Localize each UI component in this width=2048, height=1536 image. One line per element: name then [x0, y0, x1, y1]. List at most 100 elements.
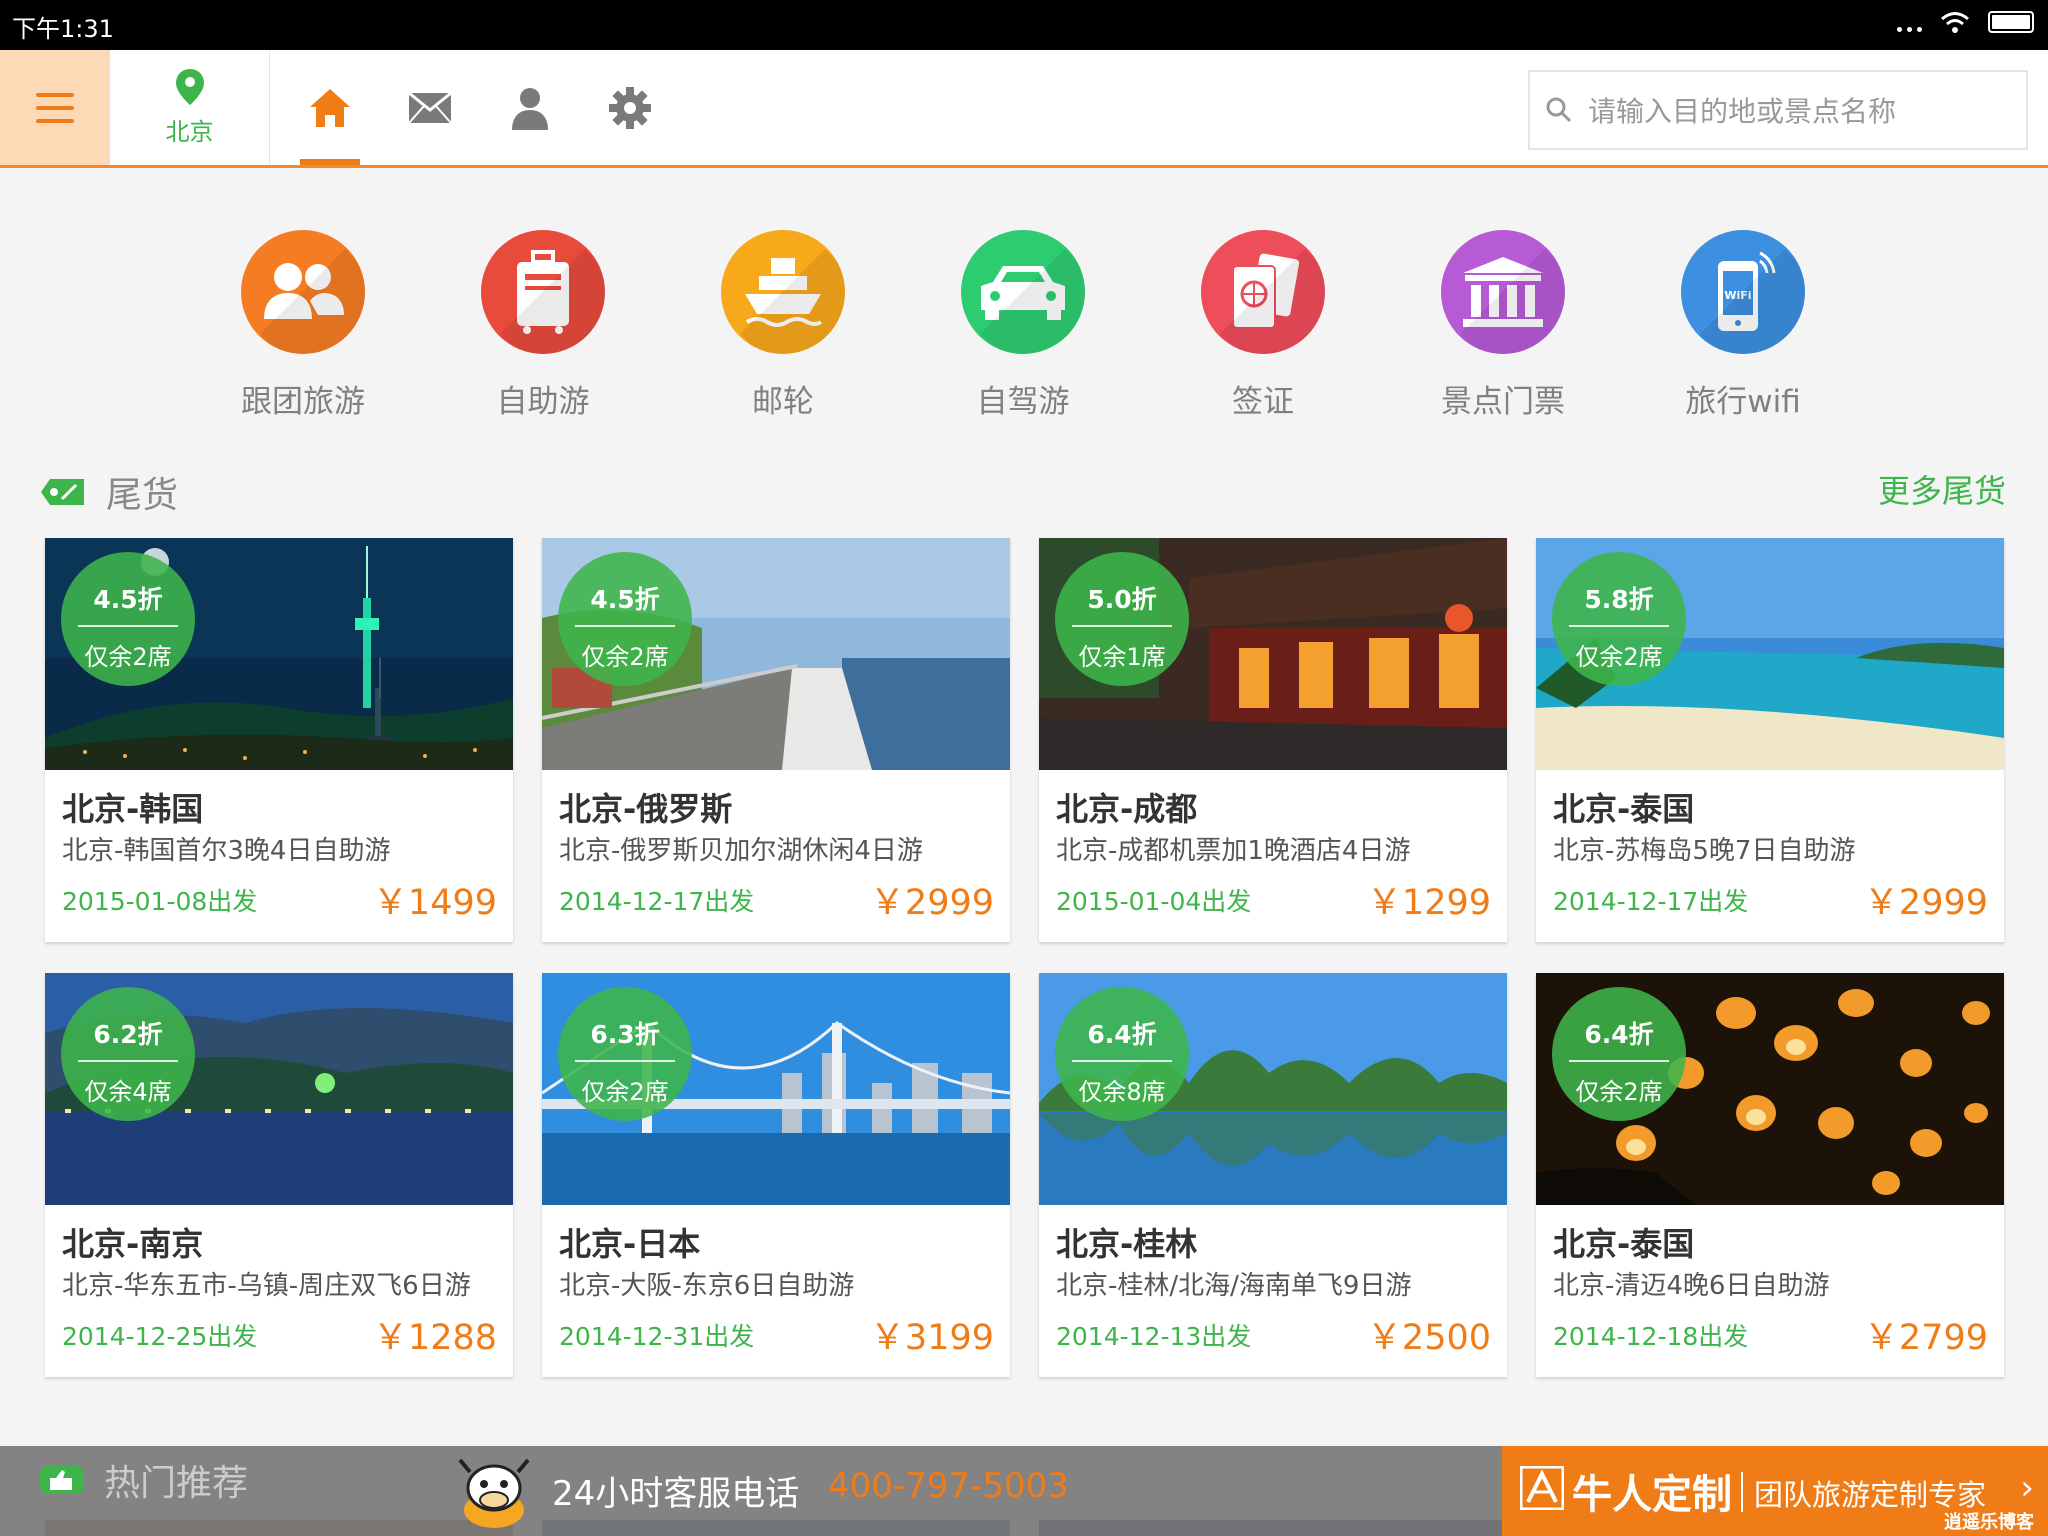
deal-card[interactable]: 6.4折 仅余2席 北京-泰国 北京-清迈4晚6日自助游 2014-12-18出… — [1536, 973, 2004, 1377]
discount-text: 5.0折 — [1087, 585, 1157, 614]
category-label: 跟团旅游 — [241, 384, 365, 420]
top-app-bar: 北京 请输入目的地或景点名称 — [0, 50, 2048, 168]
service-hotline-number[interactable]: 400-797-5003 — [828, 1466, 1069, 1506]
category-tickets[interactable]: 景点门票 — [1408, 230, 1598, 421]
seats-left-text: 仅余4席 — [84, 1078, 172, 1106]
deal-subtitle: 北京-大阪-东京6日自助游 — [559, 1271, 855, 1301]
seats-left-text: 仅余2席 — [84, 643, 172, 671]
deal-title: 北京-韩国 — [62, 790, 204, 828]
brand-logo-icon — [1520, 1466, 1564, 1510]
deal-date: 2014-12-25出发 — [62, 1322, 258, 1351]
discount-badge: 4.5折 仅余2席 — [61, 552, 195, 686]
deal-price: ￥3199 — [869, 1318, 994, 1358]
category-label: 旅行wifi — [1685, 384, 1801, 420]
deal-card[interactable]: 5.0折 仅余1席 北京-成都 北京-成都机票加1晚酒店4日游 2015-01-… — [1039, 538, 1507, 942]
location-pin-icon — [175, 69, 204, 105]
deal-card[interactable]: 4.5折 仅余2席 北京-韩国 北京-韩国首尔3晚4日自助游 2015-01-0… — [45, 538, 513, 942]
tab-settings[interactable] — [590, 50, 670, 165]
category-self-drive[interactable]: 自驾游 — [928, 230, 1118, 421]
seats-left-text: 仅余8席 — [1078, 1078, 1166, 1106]
category-self-guided[interactable]: 自助游 — [448, 230, 638, 421]
category-label: 自助游 — [496, 384, 590, 420]
luggage-icon — [481, 230, 605, 354]
discount-badge: 6.3折 仅余2席 — [558, 987, 692, 1121]
deal-card[interactable]: 6.2折 仅余4席 北京-南京 北京-华东五市-乌镇-周庄双飞6日游 2014-… — [45, 973, 513, 1377]
seats-left-text: 仅余1席 — [1078, 643, 1166, 671]
discount-text: 6.4折 — [1087, 1020, 1157, 1049]
discount-badge: 6.2折 仅余4席 — [61, 987, 195, 1121]
discount-text: 4.5折 — [590, 585, 660, 614]
more-deals-link[interactable]: 更多尾货 — [1878, 466, 2006, 512]
discount-text: 6.3折 — [590, 1020, 660, 1049]
status-time: 下午1:31 — [12, 15, 114, 43]
bottom-banner[interactable]: 热门推荐 24小时客服电话 400-797-5003 牛人定制 团队旅游定制专家… — [0, 1446, 2048, 1536]
search-input[interactable]: 请输入目的地或景点名称 — [1528, 70, 2028, 150]
hot-section-title: 热门推荐 — [104, 1463, 249, 1504]
discount-text: 6.2折 — [93, 1020, 163, 1049]
user-icon — [512, 87, 548, 130]
tab-messages[interactable] — [390, 50, 470, 165]
deal-date: 2014-12-17出发 — [1553, 887, 1749, 916]
temple-icon — [1441, 230, 1565, 354]
category-travel-wifi[interactable]: WiFi 旅行wifi — [1648, 230, 1838, 421]
city-selector[interactable]: 北京 — [110, 50, 270, 165]
deals-section-title: 尾货 — [106, 475, 179, 516]
deal-price: ￥2999 — [869, 883, 994, 923]
deal-title: 北京-成都 — [1056, 790, 1198, 828]
category-label: 景点门票 — [1441, 384, 1565, 420]
deal-card[interactable]: 5.8折 仅余2席 北京-泰国 北京-苏梅岛5晚7日自助游 2014-12-17… — [1536, 538, 2004, 942]
deal-subtitle: 北京-桂林/北海/海南单飞9日游 — [1056, 1271, 1412, 1301]
deal-subtitle: 北京-俄罗斯贝加尔湖休闲4日游 — [559, 836, 923, 866]
watermark-text: 逍遥乐博客 — [1944, 1512, 2034, 1533]
wifi-signal-icon — [1941, 12, 1969, 33]
discount-text: 4.5折 — [93, 585, 163, 614]
chevron-right-icon: › — [2020, 1468, 2034, 1508]
tab-profile[interactable] — [490, 50, 570, 165]
more-dots-icon — [1897, 26, 1922, 32]
deal-date: 2015-01-04出发 — [1056, 887, 1252, 916]
service-hotline-label: 24小时客服电话 — [552, 1474, 800, 1514]
ship-icon — [721, 230, 845, 354]
mail-icon — [408, 91, 452, 124]
car-icon — [961, 230, 1085, 354]
custom-tour-promo[interactable]: 牛人定制 团队旅游定制专家 › 逍遥乐博客 — [1502, 1446, 2048, 1536]
category-cruise[interactable]: 邮轮 — [688, 230, 878, 421]
deal-title: 北京-泰国 — [1553, 790, 1695, 828]
tab-home[interactable] — [290, 50, 370, 165]
discount-badge: 5.8折 仅余2席 — [1552, 552, 1686, 686]
group-icon — [241, 230, 365, 354]
deal-subtitle: 北京-华东五市-乌镇-周庄双飞6日游 — [62, 1271, 471, 1301]
deals-section-header: 尾货 — [40, 466, 178, 518]
deal-card[interactable]: 4.5折 仅余2席 北京-俄罗斯 北京-俄罗斯贝加尔湖休闲4日游 2014-12… — [542, 538, 1010, 942]
discount-badge: 6.4折 仅余8席 — [1055, 987, 1189, 1121]
category-visa[interactable]: 签证 — [1168, 230, 1358, 421]
discount-badge: 4.5折 仅余2席 — [558, 552, 692, 686]
deal-price: ￥2999 — [1863, 883, 1988, 923]
deal-price: ￥1299 — [1366, 883, 1491, 923]
deal-price: ￥1499 — [372, 883, 497, 923]
brand-name: 牛人定制 — [1572, 1472, 1732, 1518]
deal-price: ￥2799 — [1863, 1318, 1988, 1358]
deal-subtitle: 北京-韩国首尔3晚4日自助游 — [62, 836, 391, 866]
deal-card[interactable]: 6.3折 仅余2席 北京-日本 北京-大阪-东京6日自助游 2014-12-31… — [542, 973, 1010, 1377]
deal-date: 2014-12-18出发 — [1553, 1322, 1749, 1351]
deal-price: ￥1288 — [372, 1318, 497, 1358]
category-group-tour[interactable]: 跟团旅游 — [208, 230, 398, 421]
discount-badge: 5.0折 仅余1席 — [1055, 552, 1189, 686]
home-icon — [310, 88, 350, 127]
tag-icon — [41, 479, 84, 505]
menu-button[interactable] — [0, 50, 110, 165]
deal-card[interactable]: 6.4折 仅余8席 北京-桂林 北京-桂林/北海/海南单飞9日游 2014-12… — [1039, 973, 1507, 1377]
category-label: 邮轮 — [752, 384, 814, 420]
hot-section-header: 热门推荐 — [40, 1454, 248, 1506]
cow-mascot-icon — [458, 1458, 530, 1528]
deal-subtitle: 北京-清迈4晚6日自助游 — [1553, 1271, 1830, 1301]
seats-left-text: 仅余2席 — [581, 1078, 669, 1106]
status-bar: 下午1:31 — [0, 0, 2048, 50]
deal-title: 北京-桂林 — [1056, 1225, 1198, 1263]
search-icon — [1546, 97, 1572, 123]
deal-subtitle: 北京-成都机票加1晚酒店4日游 — [1056, 836, 1411, 866]
wifi-phone-icon: WiFi — [1681, 230, 1805, 354]
settings-icon — [609, 86, 651, 129]
deal-price: ￥2500 — [1366, 1318, 1491, 1358]
